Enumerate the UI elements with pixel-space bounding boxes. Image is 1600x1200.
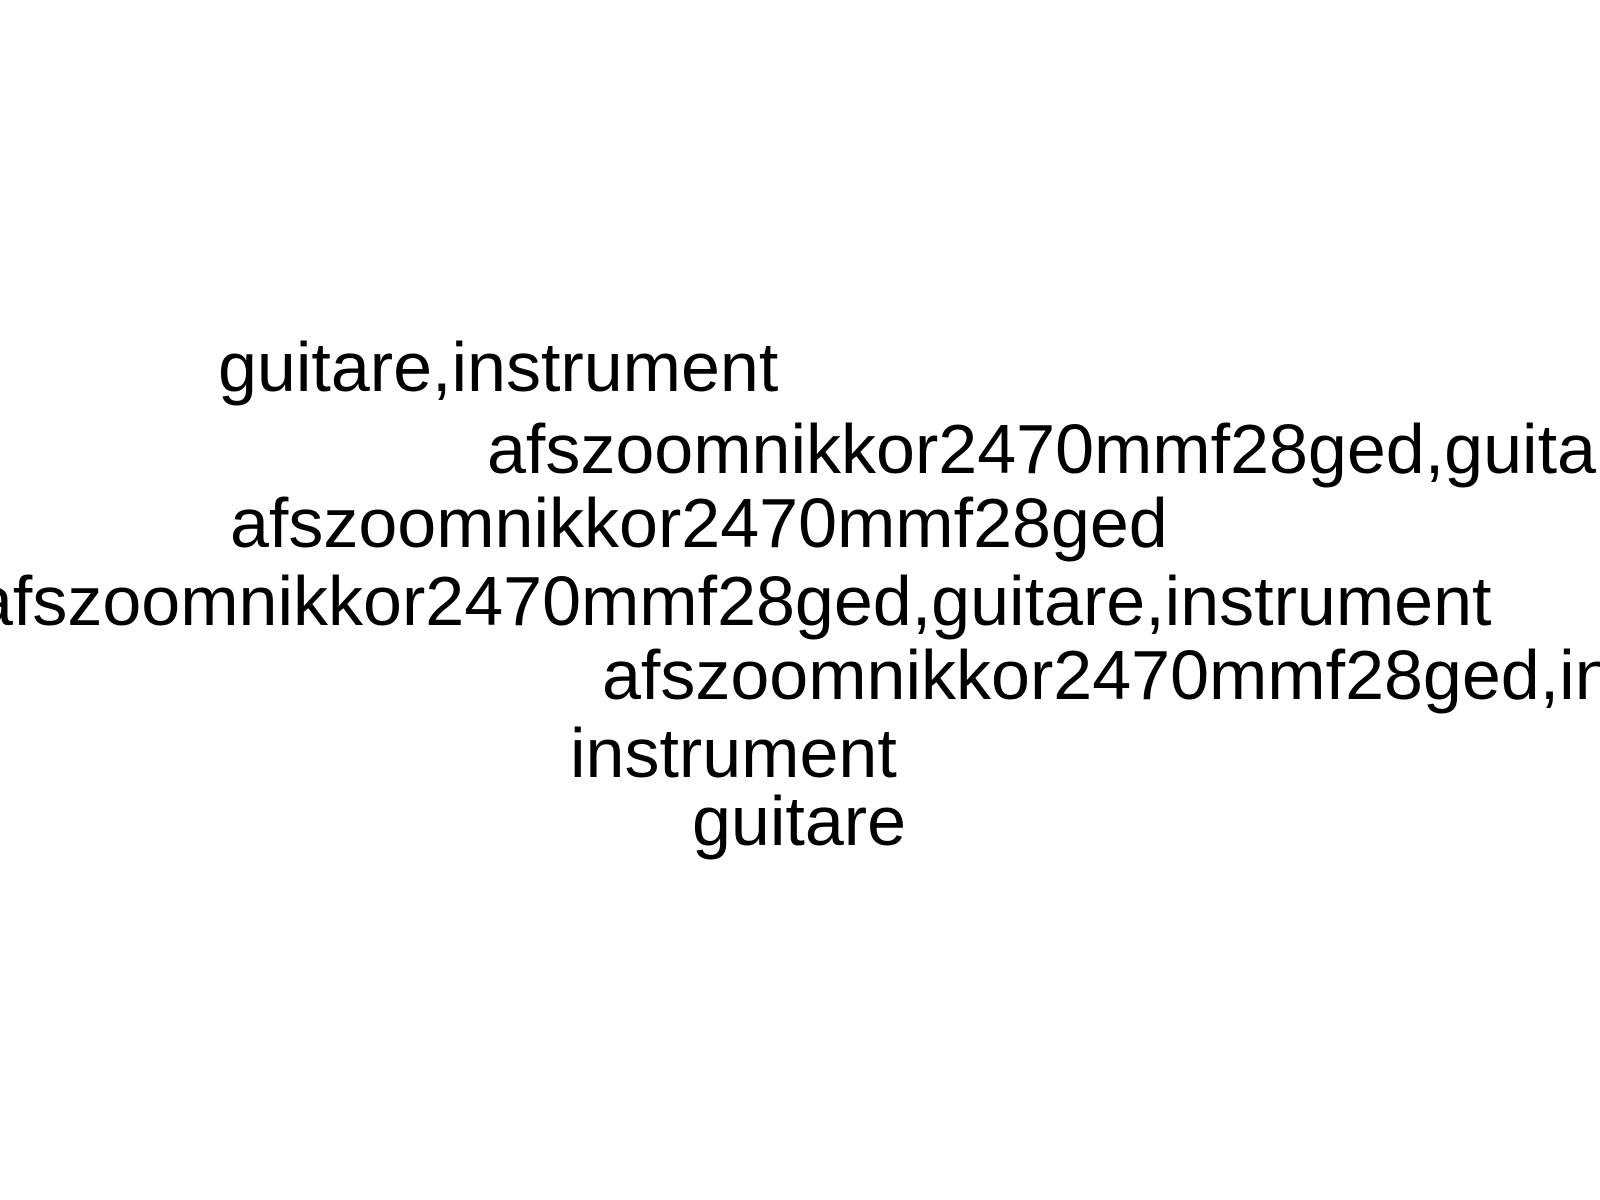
tag-cloud: guitare,instrument afszoomnikkor2470mmf2…: [0, 0, 1600, 1200]
tag-lens-guitare-instrument: afszoomnikkor2470mmf28ged,guitare,instru…: [0, 562, 1492, 640]
tag-lens-guitare: afszoomnikkor2470mmf28ged,guitare: [487, 410, 1600, 488]
tag-guitare-instrument: guitare,instrument: [218, 328, 779, 406]
tag-instrument: instrument: [570, 714, 897, 792]
tag-lens-instrument: afszoomnikkor2470mmf28ged,instrument: [602, 636, 1600, 714]
tag-lens: afszoomnikkor2470mmf28ged: [230, 484, 1168, 562]
tag-guitare: guitare: [692, 782, 907, 860]
